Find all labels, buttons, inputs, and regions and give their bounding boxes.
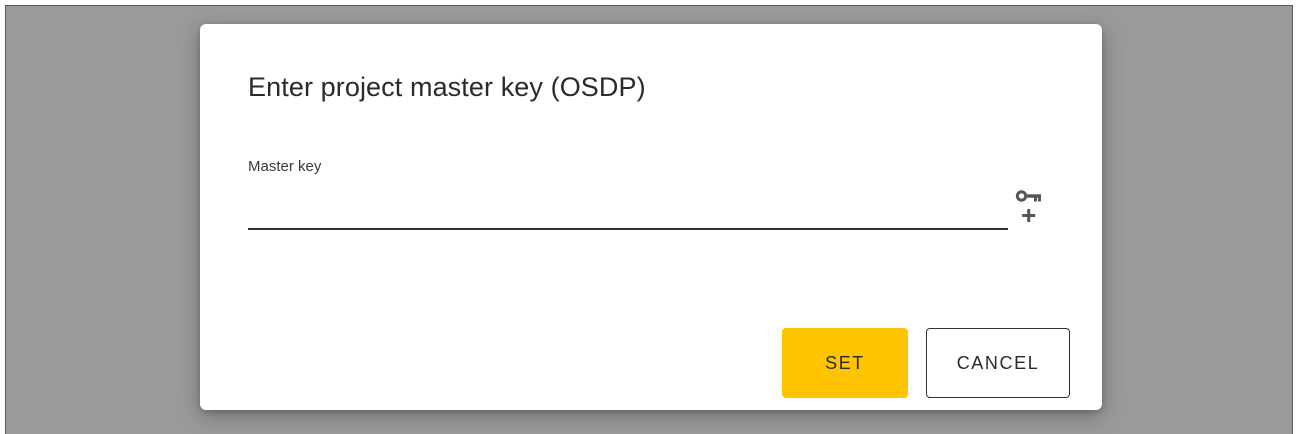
dialog-title: Enter project master key (OSDP) bbox=[248, 72, 646, 102]
cancel-button[interactable]: CANCEL bbox=[926, 328, 1070, 398]
generate-key-button[interactable] bbox=[1014, 184, 1044, 232]
set-button[interactable]: SET bbox=[782, 328, 908, 398]
key-plus-icon bbox=[1015, 190, 1041, 222]
master-key-label: Master key bbox=[248, 158, 322, 175]
master-key-input[interactable] bbox=[248, 192, 1008, 230]
master-key-dialog: Enter project master key (OSDP) Master k… bbox=[200, 24, 1102, 410]
app-window: Enter project master key (OSDP) Master k… bbox=[5, 5, 1293, 434]
